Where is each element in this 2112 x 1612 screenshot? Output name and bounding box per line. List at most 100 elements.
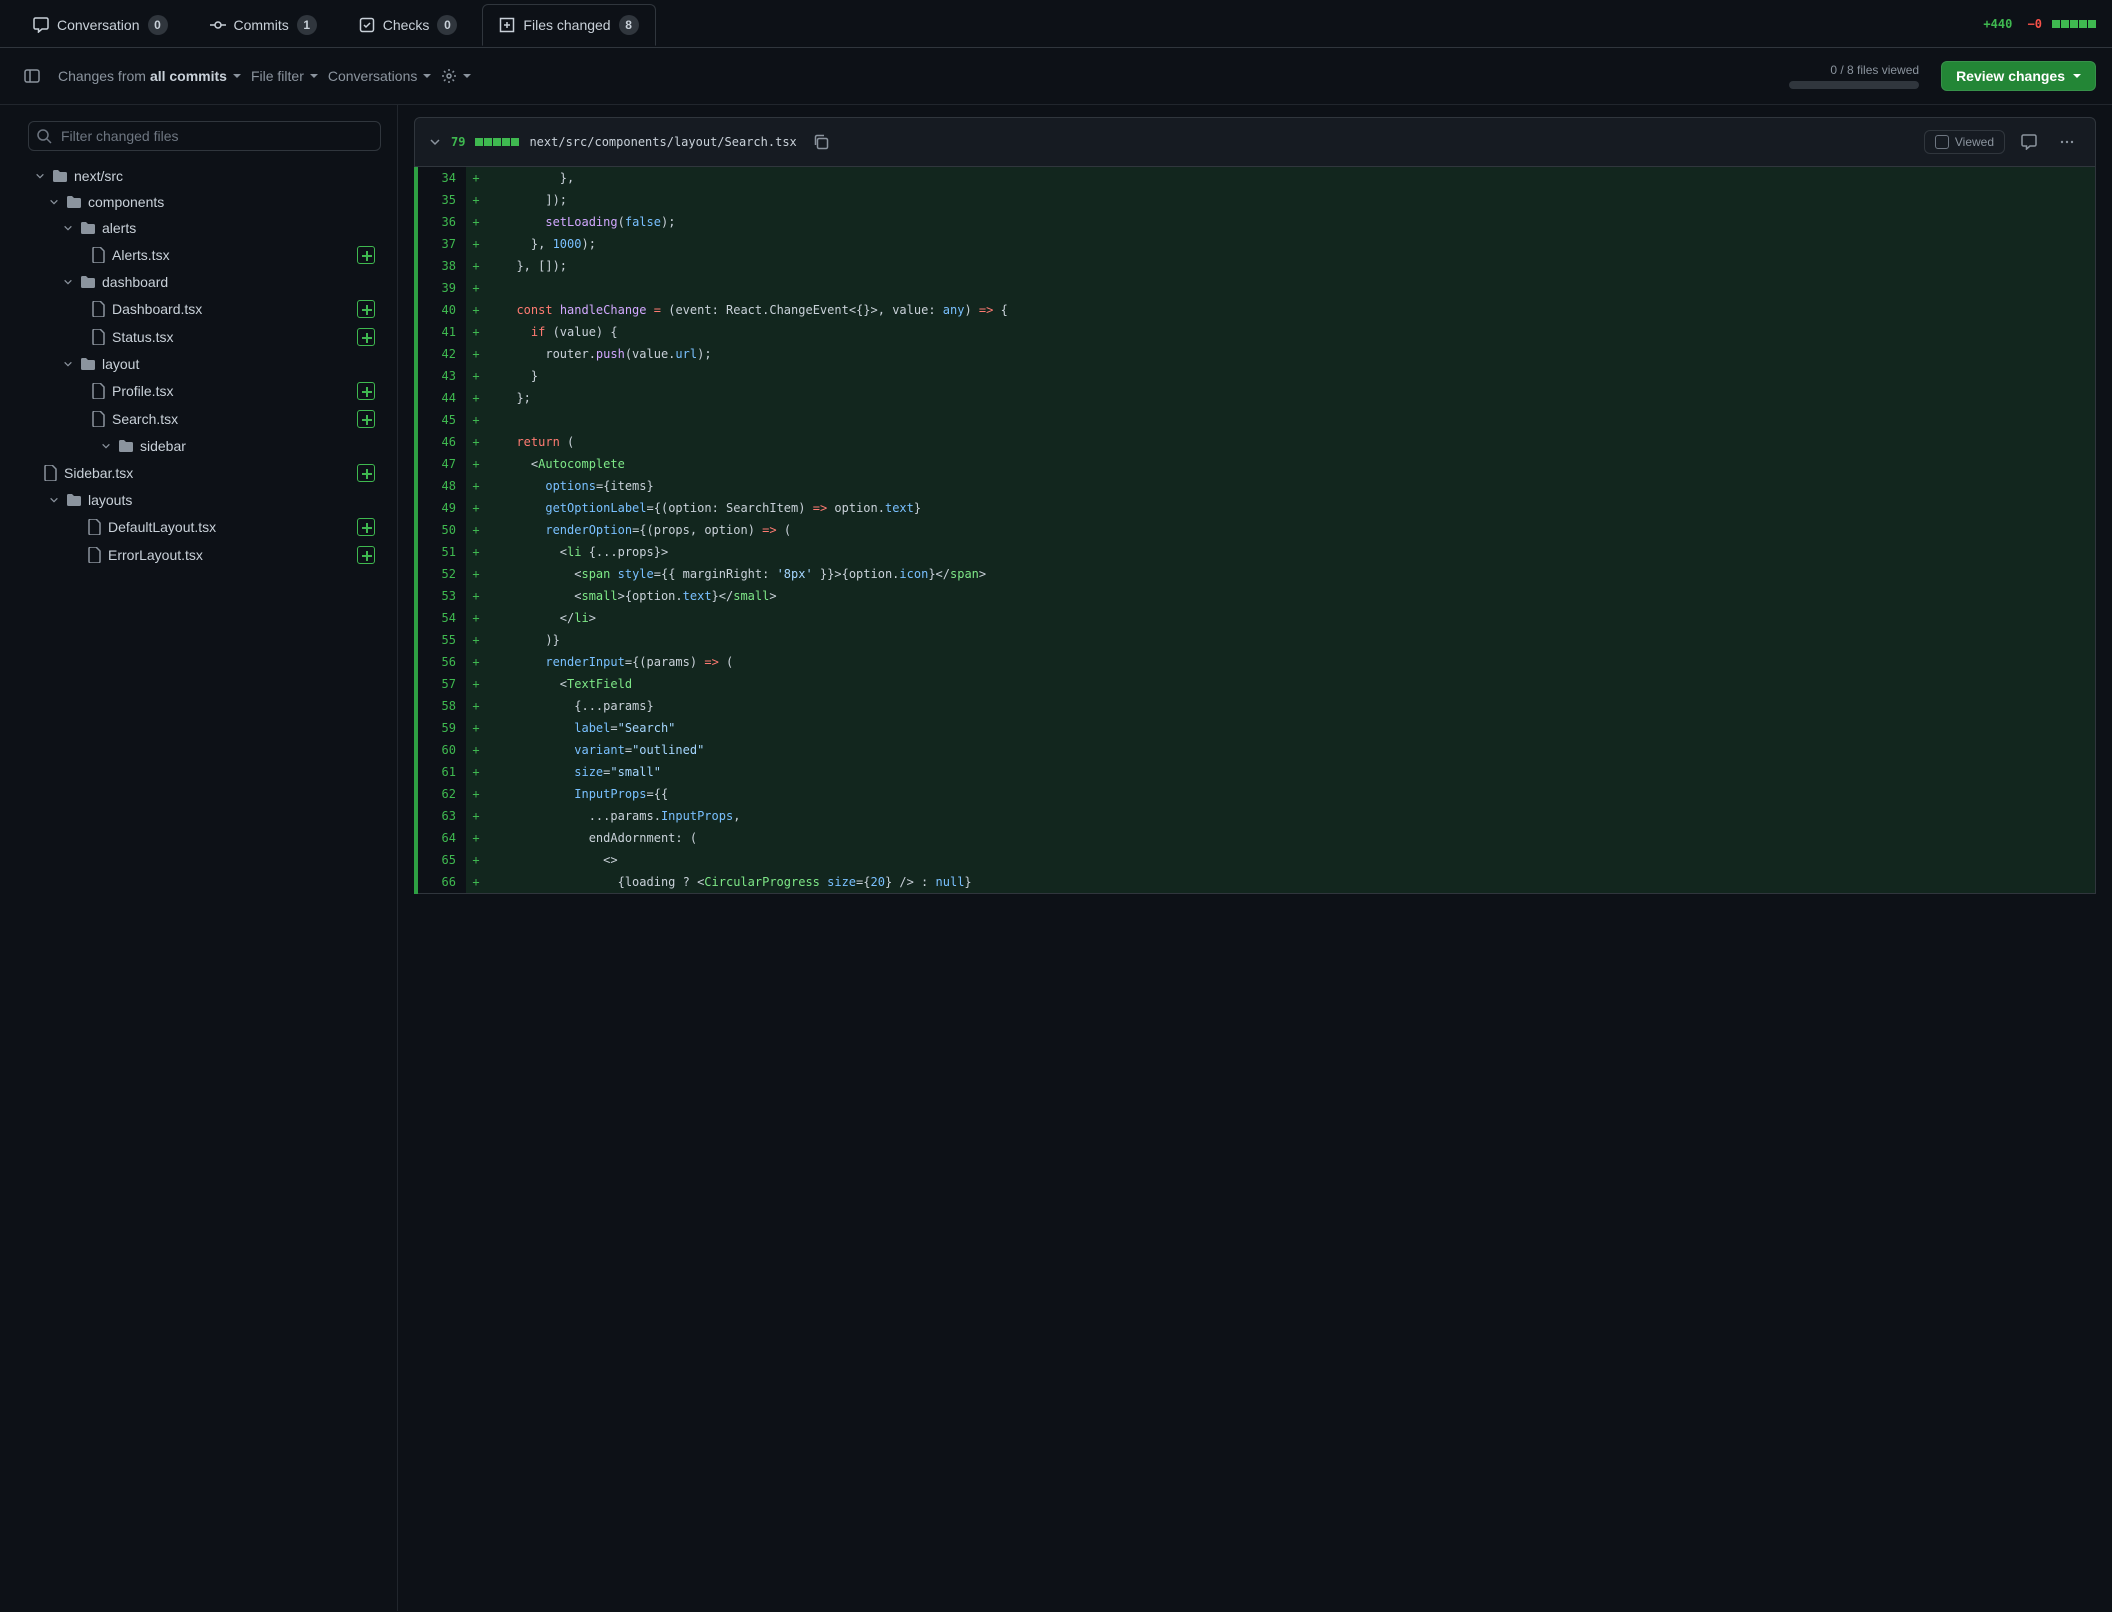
code-content	[486, 409, 2096, 431]
diff-line[interactable]: 57+ <TextField	[416, 673, 2096, 695]
diff-line[interactable]: 42+ router.push(value.url);	[416, 343, 2096, 365]
folder-icon	[52, 168, 68, 184]
diff-line[interactable]: 55+ )}	[416, 629, 2096, 651]
diff-line[interactable]: 65+ <>	[416, 849, 2096, 871]
tab-checks[interactable]: Checks 0	[342, 4, 475, 46]
tree-file[interactable]: Search.tsx	[28, 405, 381, 433]
tree-file[interactable]: Alerts.tsx	[28, 241, 381, 269]
diff-line[interactable]: 53+ <small>{option.text}</small>	[416, 585, 2096, 607]
tab-commits[interactable]: Commits 1	[193, 4, 334, 46]
diff-line[interactable]: 39+	[416, 277, 2096, 299]
diff-line[interactable]: 56+ renderInput={(params) => (	[416, 651, 2096, 673]
code-content: ...params.InputProps,	[486, 805, 2096, 827]
diff-line[interactable]: 34+ },	[416, 167, 2096, 189]
file-icon	[90, 301, 106, 317]
diff-pane: 79 next/src/components/layout/Search.tsx…	[398, 105, 2112, 1611]
tree-directory[interactable]: sidebar	[28, 433, 381, 459]
viewed-checkbox[interactable]: Viewed	[1924, 130, 2005, 154]
diff-line[interactable]: 49+ getOptionLabel={(option: SearchItem)…	[416, 497, 2096, 519]
code-content: {...params}	[486, 695, 2096, 717]
tree-directory[interactable]: alerts	[28, 215, 381, 241]
code-content: options={items}	[486, 475, 2096, 497]
tree-file[interactable]: Status.tsx	[28, 323, 381, 351]
code-content: <span style={{ marginRight: '8px' }}>{op…	[486, 563, 2096, 585]
diff-line[interactable]: 50+ renderOption={(props, option) => (	[416, 519, 2096, 541]
changes-from-label: Changes from	[58, 68, 146, 84]
tree-directory[interactable]: layouts	[28, 487, 381, 513]
tree-file[interactable]: Profile.tsx	[28, 377, 381, 405]
diff-line[interactable]: 51+ <li {...props}>	[416, 541, 2096, 563]
line-number: 64	[416, 827, 466, 849]
diff-line[interactable]: 38+ }, []);	[416, 255, 2096, 277]
diff-line[interactable]: 61+ size="small"	[416, 761, 2096, 783]
collapse-file-button[interactable]	[429, 136, 441, 148]
diff-line[interactable]: 43+ }	[416, 365, 2096, 387]
diff-settings-dropdown[interactable]	[441, 68, 471, 84]
diff-line[interactable]: 54+ </li>	[416, 607, 2096, 629]
tree-label: Alerts.tsx	[112, 247, 351, 263]
tree-directory[interactable]: dashboard	[28, 269, 381, 295]
diffstat-bar	[2052, 20, 2096, 28]
caret-down-icon	[233, 74, 241, 78]
line-number: 55	[416, 629, 466, 651]
diff-line[interactable]: 44+ };	[416, 387, 2096, 409]
diff-line[interactable]: 59+ label="Search"	[416, 717, 2096, 739]
diff-line[interactable]: 58+ {...params}	[416, 695, 2096, 717]
file-header: 79 next/src/components/layout/Search.tsx…	[414, 117, 2096, 167]
diff-line[interactable]: 66+ {loading ? <CircularProgress size={2…	[416, 871, 2096, 894]
diff-line[interactable]: 41+ if (value) {	[416, 321, 2096, 343]
diff-line[interactable]: 64+ endAdornment: (	[416, 827, 2096, 849]
diff-line[interactable]: 40+ const handleChange = (event: React.C…	[416, 299, 2096, 321]
copy-path-button[interactable]	[807, 128, 835, 156]
review-changes-button[interactable]: Review changes	[1941, 61, 2096, 91]
file-icon	[90, 329, 106, 345]
tree-label: Search.tsx	[112, 411, 351, 427]
tree-directory[interactable]: components	[28, 189, 381, 215]
conversations-label: Conversations	[328, 68, 418, 84]
diff-line[interactable]: 60+ variant="outlined"	[416, 739, 2096, 761]
tree-file[interactable]: ErrorLayout.tsx	[28, 541, 381, 569]
tree-file[interactable]: Dashboard.tsx	[28, 295, 381, 323]
tab-files-changed[interactable]: Files changed 8	[482, 4, 655, 46]
caret-down-icon	[463, 74, 471, 78]
tree-directory[interactable]: layout	[28, 351, 381, 377]
diff-line[interactable]: 48+ options={items}	[416, 475, 2096, 497]
tree-file[interactable]: Sidebar.tsx	[28, 459, 381, 487]
addition-marker: +	[466, 827, 486, 849]
file-filter-dropdown[interactable]: File filter	[251, 68, 318, 84]
file-diffstat-bar	[475, 138, 519, 146]
diff-line[interactable]: 45+	[416, 409, 2096, 431]
changes-from-dropdown[interactable]: Changes from all commits	[58, 68, 241, 84]
diff-line[interactable]: 46+ return (	[416, 431, 2096, 453]
diff-line[interactable]: 37+ }, 1000);	[416, 233, 2096, 255]
code-content: size="small"	[486, 761, 2096, 783]
diff-line[interactable]: 52+ <span style={{ marginRight: '8px' }}…	[416, 563, 2096, 585]
conversations-dropdown[interactable]: Conversations	[328, 68, 432, 84]
code-content: <TextField	[486, 673, 2096, 695]
tree-directory[interactable]: next/src	[28, 163, 381, 189]
tree-label: sidebar	[140, 438, 375, 454]
line-number: 57	[416, 673, 466, 695]
code-content: {loading ? <CircularProgress size={20} /…	[486, 871, 2096, 894]
diff-line[interactable]: 47+ <Autocomplete	[416, 453, 2096, 475]
addition-marker: +	[466, 519, 486, 541]
folder-icon	[80, 220, 96, 236]
diff-line[interactable]: 62+ InputProps={{	[416, 783, 2096, 805]
code-content: <>	[486, 849, 2096, 871]
file-path: next/src/components/layout/Search.tsx	[529, 135, 796, 149]
line-number: 47	[416, 453, 466, 475]
addition-marker: +	[466, 343, 486, 365]
file-more-button[interactable]	[2053, 128, 2081, 156]
line-number: 53	[416, 585, 466, 607]
chevron-down-icon	[62, 223, 74, 233]
diff-line[interactable]: 36+ setLoading(false);	[416, 211, 2096, 233]
diff-line[interactable]: 63+ ...params.InputProps,	[416, 805, 2096, 827]
tree-file[interactable]: DefaultLayout.tsx	[28, 513, 381, 541]
toggle-file-tree-button[interactable]	[16, 60, 48, 92]
addition-marker: +	[466, 607, 486, 629]
file-filter-label: File filter	[251, 68, 304, 84]
file-comment-button[interactable]	[2015, 128, 2043, 156]
filter-changed-files-input[interactable]	[28, 121, 381, 151]
tab-conversation[interactable]: Conversation 0	[16, 4, 185, 46]
diff-line[interactable]: 35+ ]);	[416, 189, 2096, 211]
